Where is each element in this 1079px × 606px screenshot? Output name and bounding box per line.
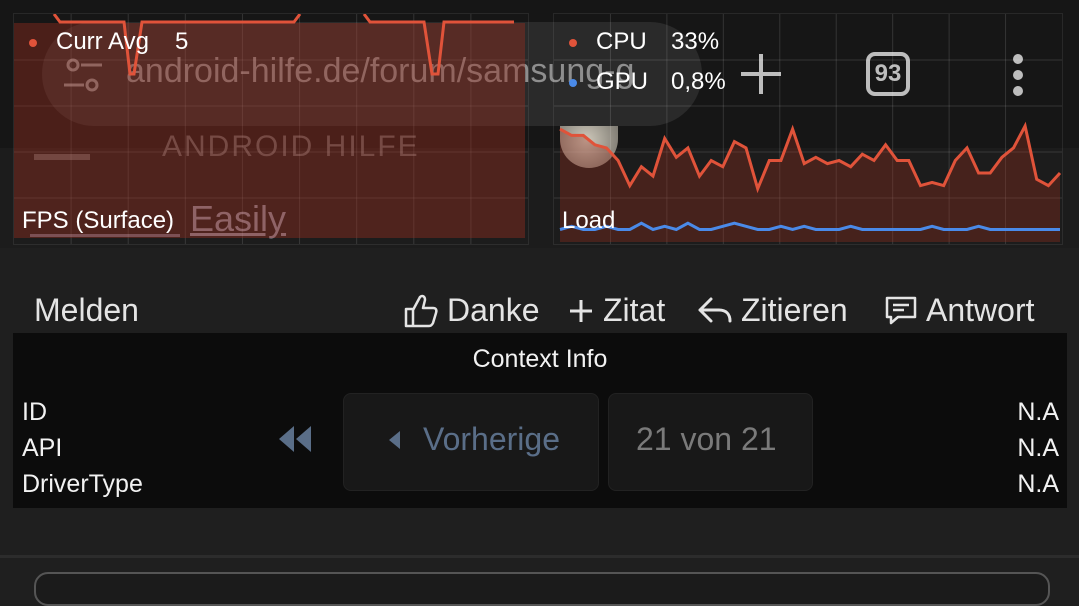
plus-icon <box>570 299 592 322</box>
context-info-header: Context Info <box>13 333 1067 383</box>
previous-page-label[interactable]: Vorherige <box>423 421 560 458</box>
ctx-value-drivertype: N.A <box>1017 470 1059 498</box>
page-indicator-label[interactable]: 21 von 21 <box>636 421 777 458</box>
ctx-label-id: ID <box>22 398 47 426</box>
gpu-label: GPU <box>596 68 649 95</box>
first-page-icon[interactable] <box>276 424 314 454</box>
reply-button[interactable]: Antwort <box>884 292 1034 329</box>
cpu-legend-dot <box>569 39 577 47</box>
load-graph-label: Load <box>562 207 616 234</box>
report-button[interactable]: Melden <box>34 292 139 329</box>
fps-legend-label: Curr Avg <box>56 28 149 55</box>
gpu-value: 0,8% <box>671 68 726 95</box>
reply-label: Antwort <box>926 292 1035 328</box>
fps-graph-label: FPS (Surface) <box>22 207 175 234</box>
ctx-value-api: N.A <box>1017 434 1059 462</box>
thanks-label: Danke <box>447 292 540 328</box>
ctx-label-drivertype: DriverType <box>22 470 143 498</box>
reply-arrow-icon <box>698 297 732 322</box>
comment-icon <box>885 296 917 324</box>
ctx-value-id: N.A <box>1017 398 1059 426</box>
add-quote-button[interactable]: Zitat <box>567 292 665 329</box>
report-label: Melden <box>34 292 139 328</box>
quote-button[interactable]: Zitieren <box>697 292 848 329</box>
ctx-label-api: API <box>22 434 63 462</box>
gpu-legend-dot <box>569 79 577 87</box>
cpu-value: 33% <box>671 28 720 55</box>
cpu-area <box>560 126 1060 242</box>
quote-label: Zitieren <box>741 292 848 328</box>
chevron-left-icon <box>389 431 400 449</box>
reply-input[interactable] <box>34 572 1050 606</box>
thanks-button[interactable]: Danke <box>403 292 540 329</box>
fps-legend-dot <box>29 39 37 47</box>
cpu-label: CPU <box>596 28 647 55</box>
context-info-title: Context Info <box>472 345 608 373</box>
load-graph: CPU 33% GPU 0,8% Load <box>553 13 1063 245</box>
fps-graph: Curr Avg 5 FPS (Surface) <box>13 13 529 245</box>
fps-value: 5 <box>175 28 189 55</box>
add-quote-label: Zitat <box>603 292 666 328</box>
thumbs-up-icon <box>404 294 438 327</box>
divider <box>0 555 1079 558</box>
